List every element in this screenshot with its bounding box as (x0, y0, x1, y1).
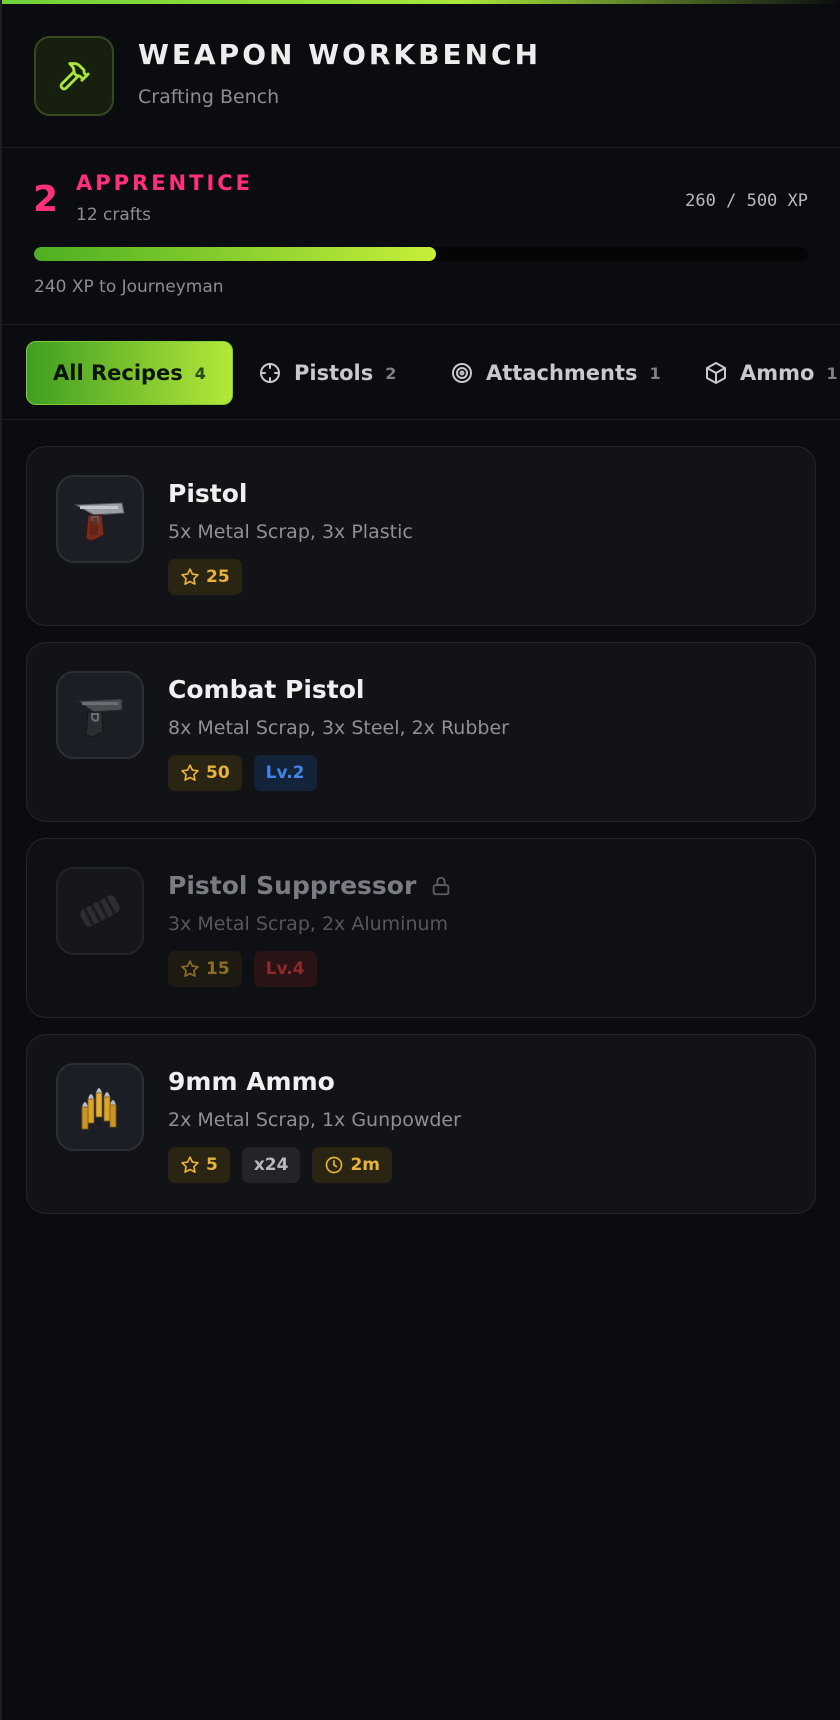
combat-pistol-icon (56, 671, 144, 759)
recipe-title: 9mm Ammo (168, 1067, 335, 1096)
pistol-icon (56, 475, 144, 563)
tab-label: All Recipes (53, 361, 183, 385)
header: WEAPON WORKBENCH Crafting Bench (0, 4, 840, 148)
xp-progress-bar (34, 247, 808, 261)
tab-count: 1 (826, 363, 838, 383)
star-icon (180, 567, 200, 587)
crosshair-icon (258, 361, 282, 385)
star-icon (180, 763, 200, 783)
level-requirement-badge: Lv.4 (253, 951, 317, 987)
recipe-title: Pistol (168, 479, 248, 508)
level-panel: 2 APPRENTICE 12 crafts 260 / 500 XP 240 … (0, 149, 840, 325)
category-tabs: All Recipes 4 Pistols 2 Attachments 1 Am… (0, 326, 840, 420)
target-icon (450, 361, 474, 385)
level-number: 2 (33, 179, 59, 220)
clock-icon (324, 1155, 344, 1175)
hammer-icon (34, 36, 114, 116)
recipe-card-pistol[interactable]: Pistol 5x Metal Scrap, 3x Plastic 25 (26, 446, 816, 626)
craft-time-badge: 2m (312, 1147, 393, 1183)
recipe-card-combat-pistol[interactable]: Combat Pistol 8x Metal Scrap, 3x Steel, … (26, 642, 816, 822)
recipe-title: Combat Pistol (168, 675, 365, 704)
tab-label: Ammo (740, 361, 815, 385)
tab-attachments[interactable]: Attachments 1 (450, 341, 661, 405)
recipe-ingredients: 2x Metal Scrap, 1x Gunpowder (168, 1109, 461, 1131)
xp-reward-badge: 25 (168, 559, 242, 595)
lock-icon (430, 875, 452, 897)
tab-count: 2 (385, 363, 397, 383)
tab-count: 4 (194, 363, 206, 383)
xp-value: 50 (206, 763, 230, 783)
xp-readout: 260 / 500 XP (685, 191, 808, 211)
recipe-card-9mm-ammo[interactable]: 9mm Ammo 2x Metal Scrap, 1x Gunpowder 5 … (26, 1034, 816, 1214)
xp-progress-fill (34, 247, 437, 261)
recipe-title-text: Pistol Suppressor (168, 871, 417, 900)
xp-to-next-level: 240 XP to Journeyman (34, 277, 224, 297)
page-title: WEAPON WORKBENCH (138, 38, 542, 71)
xp-value: 15 (206, 959, 230, 979)
xp-value: 5 (206, 1155, 218, 1175)
recipe-title: Pistol Suppressor (168, 871, 452, 900)
star-icon (180, 959, 200, 979)
level-rank-name: APPRENTICE (76, 171, 254, 195)
recipe-ingredients: 5x Metal Scrap, 3x Plastic (168, 521, 413, 543)
tab-count: 1 (649, 363, 661, 383)
ammo-icon (56, 1063, 144, 1151)
recipe-ingredients: 3x Metal Scrap, 2x Aluminum (168, 913, 449, 935)
tab-ammo[interactable]: Ammo 1 (704, 341, 838, 405)
page-subtitle: Crafting Bench (138, 86, 280, 108)
tab-label: Attachments (486, 361, 638, 385)
xp-reward-badge: 50 (168, 755, 242, 791)
tab-pistols[interactable]: Pistols 2 (258, 341, 396, 405)
recipe-card-pistol-suppressor[interactable]: Pistol Suppressor 3x Metal Scrap, 2x Alu… (26, 838, 816, 1018)
tab-label: Pistols (294, 361, 374, 385)
xp-reward-badge: 5 (168, 1147, 230, 1183)
tab-all-recipes[interactable]: All Recipes 4 (26, 341, 233, 405)
level-requirement-badge: Lv.2 (253, 755, 317, 791)
box-icon (704, 361, 728, 385)
quantity-badge: x24 (241, 1147, 301, 1183)
star-icon (180, 1155, 200, 1175)
suppressor-icon (56, 867, 144, 955)
craft-count: 12 crafts (76, 205, 151, 225)
xp-reward-badge: 15 (168, 951, 242, 987)
xp-value: 25 (206, 567, 230, 587)
craft-time-value: 2m (350, 1155, 381, 1175)
recipe-ingredients: 8x Metal Scrap, 3x Steel, 2x Rubber (168, 717, 509, 739)
